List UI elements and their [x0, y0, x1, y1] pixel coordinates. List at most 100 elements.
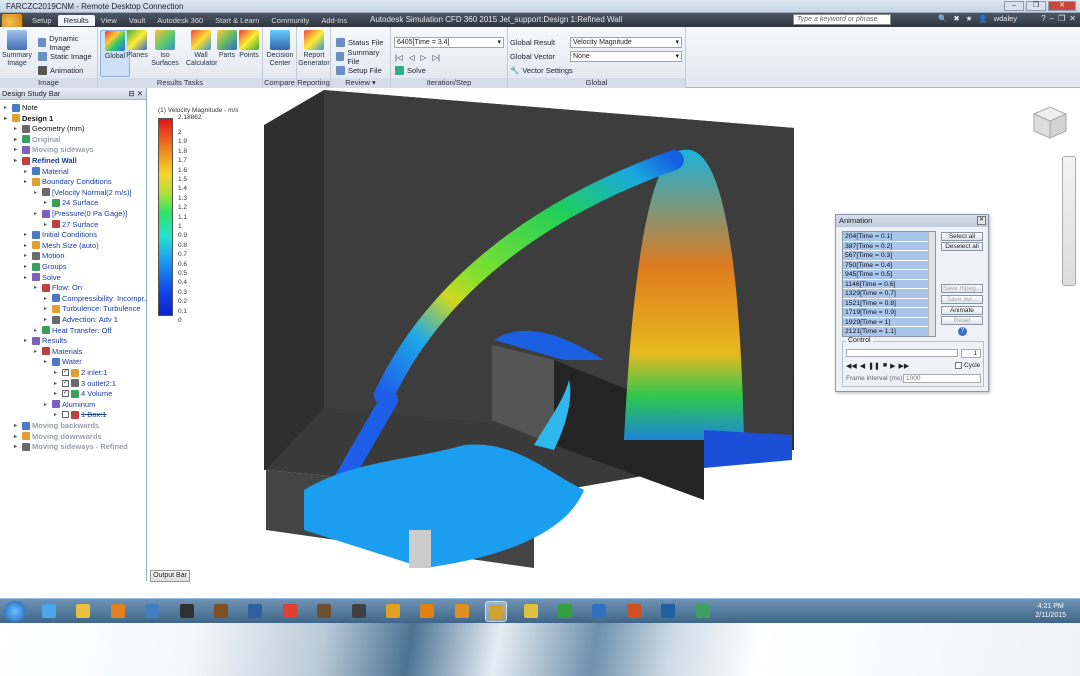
tree-item[interactable]: ▸ Original — [14, 135, 60, 144]
rdp-minimize-button[interactable]: – — [1004, 1, 1024, 11]
navigation-bar[interactable] — [1062, 156, 1076, 286]
taskbar-app-icon[interactable] — [244, 601, 266, 622]
tree-item[interactable]: ▸ ✓ 2 inlet:1 — [54, 368, 107, 377]
animation-step-item[interactable]: 1521[Time = 0.8] — [843, 298, 935, 308]
star-icon[interactable]: ★ — [966, 14, 973, 23]
expand-icon[interactable]: ▸ — [14, 125, 20, 132]
animation-step-item[interactable]: 945[Time = 0.5] — [843, 270, 935, 280]
tools-icon[interactable]: ✖ — [953, 14, 959, 23]
stop-icon[interactable]: ■ — [883, 362, 887, 370]
tab-autodesk-360[interactable]: Autodesk 360 — [151, 15, 209, 26]
taskbar-app-icon[interactable] — [38, 601, 60, 622]
last-step-icon[interactable]: ▷| — [432, 53, 440, 62]
expand-icon[interactable]: ▸ — [4, 115, 10, 122]
expand-icon[interactable]: ▸ — [4, 104, 10, 111]
viewcube-icon[interactable] — [1030, 104, 1070, 140]
cycle-checkbox[interactable] — [955, 362, 962, 369]
global-vector-select[interactable]: None — [570, 51, 682, 62]
tab-start-learn[interactable]: Start & Learn — [209, 15, 265, 26]
expand-icon[interactable]: ▸ — [44, 221, 50, 228]
animation-step-item[interactable]: 204[Time = 0.1] — [843, 232, 935, 242]
tree-item[interactable]: ▸ Materials — [34, 347, 82, 356]
tree-item[interactable]: ▸ Results — [24, 336, 67, 345]
expand-icon[interactable]: ▸ — [34, 348, 40, 355]
tree-item[interactable]: ▸ Groups — [24, 262, 67, 271]
pause-icon[interactable]: ❚❚ — [868, 362, 880, 370]
system-clock[interactable]: 4:21 PM 2/11/2015 — [1035, 602, 1066, 620]
dynamic-image-button[interactable]: Dynamic Image — [38, 34, 97, 52]
global-result-select[interactable]: Velocity Magnitude — [570, 37, 682, 48]
expand-icon[interactable]: ▸ — [44, 358, 50, 365]
tab-vault[interactable]: Vault — [123, 15, 152, 26]
setup-file-button[interactable]: Setup File — [336, 65, 382, 76]
tree-item[interactable]: ▸ 24 Surface — [44, 198, 98, 207]
tree-item[interactable]: ▸ Boundary Conditions — [24, 177, 112, 186]
animation-step-item[interactable]: 1929[Time = 1] — [843, 317, 935, 327]
tree-item[interactable]: ▸ Design 1 — [4, 114, 53, 123]
tree-item[interactable]: ▸ 1 Box:1 — [54, 410, 106, 419]
tree-checkbox[interactable]: ✓ — [62, 369, 69, 376]
expand-icon[interactable]: ▸ — [44, 199, 50, 206]
tree-item[interactable]: ▸ Moving downwards — [14, 432, 102, 441]
help-icon[interactable]: ? — [958, 327, 967, 336]
expand-icon[interactable]: ▸ — [44, 316, 50, 323]
expand-icon[interactable]: ▸ — [24, 168, 30, 175]
expand-icon[interactable]: ▸ — [34, 284, 40, 291]
expand-icon[interactable]: ▸ — [34, 327, 40, 334]
tree-item[interactable]: ▸ Compressibility: Incompr... — [44, 294, 150, 303]
first-step-icon[interactable]: |◁ — [395, 53, 403, 62]
expand-icon[interactable]: ▸ — [24, 178, 30, 185]
expand-icon[interactable]: ▸ — [24, 274, 30, 281]
summary-image-button[interactable]: Summary Image — [2, 30, 32, 68]
tree-item[interactable]: ▸ Initial Conditions — [24, 230, 97, 239]
tree-item[interactable]: ▸ [Pressure(0 Pa Gage)] — [34, 209, 127, 218]
expand-icon[interactable]: ▸ — [14, 443, 20, 450]
taskbar-app-icon[interactable] — [623, 601, 645, 622]
expand-icon[interactable]: ▸ — [54, 369, 60, 376]
animation-step-item[interactable]: 1719[Time = 0.9] — [843, 308, 935, 318]
solve-button[interactable]: Solve — [395, 65, 426, 76]
tab-results[interactable]: Results — [57, 15, 95, 26]
expand-icon[interactable]: ▸ — [44, 295, 50, 302]
tree-checkbox[interactable] — [62, 411, 69, 419]
expand-icon[interactable]: ▸ — [44, 401, 50, 408]
tree-item[interactable]: ▸ Water — [44, 357, 82, 366]
next-step-icon[interactable]: ▷ — [421, 53, 427, 62]
iso-surfaces-button[interactable]: Iso Surfaces — [148, 30, 182, 68]
start-button-icon[interactable] — [4, 601, 26, 622]
tree-item[interactable]: ▸ Flow: On — [34, 283, 82, 292]
taskbar-app-icon[interactable] — [279, 601, 301, 622]
expand-icon[interactable]: ▸ — [14, 433, 20, 440]
taskbar-app-icon[interactable] — [657, 601, 679, 622]
expand-icon[interactable]: ▸ — [34, 210, 40, 217]
tab-view[interactable]: View — [95, 15, 123, 26]
time-slider[interactable] — [846, 349, 958, 357]
app-minimize-button[interactable]: – — [1050, 14, 1054, 23]
taskbar-app-icon[interactable] — [588, 601, 610, 622]
tree-item[interactable]: ▸ Material — [24, 167, 69, 176]
step-list-scrollbar[interactable] — [928, 232, 935, 336]
tree-item[interactable]: ▸ 27 Surface — [44, 220, 98, 229]
rdp-close-button[interactable]: ✕ — [1048, 1, 1076, 11]
animation-step-list[interactable]: 204[Time = 0.1] 387[Time = 0.2] 567[Time =… — [842, 231, 936, 337]
tree-item[interactable]: ▸ Heat Transfer: Off — [34, 326, 111, 335]
taskbar-app-icon[interactable] — [416, 601, 438, 622]
taskbar-app-icon[interactable] — [451, 601, 473, 622]
status-file-button[interactable]: Status File — [336, 37, 383, 48]
taskbar-app-icon[interactable] — [210, 601, 232, 622]
expand-icon[interactable]: ▸ — [14, 146, 20, 153]
expand-icon[interactable]: ▸ — [14, 157, 20, 164]
prev-step-icon[interactable]: ◁ — [409, 53, 415, 62]
step-back-icon[interactable]: ◀ — [860, 362, 865, 370]
animation-close-icon[interactable]: ✕ — [977, 216, 986, 225]
animation-step-item[interactable]: 1146[Time = 0.6] — [843, 279, 935, 289]
animation-step-item[interactable]: 567[Time = 0.3] — [843, 251, 935, 261]
tree-item[interactable]: ▸ [Velocity Normal(2 m/s)] — [34, 188, 132, 197]
taskbar-app-icon[interactable] — [107, 601, 129, 622]
tree-item[interactable]: ▸ Moving sideways - Refined — [14, 442, 128, 451]
rdp-restore-button[interactable]: ❐ — [1026, 1, 1046, 11]
taskbar-app-icon[interactable] — [141, 601, 163, 622]
taskbar-app-icon[interactable] — [520, 601, 542, 622]
tree-item[interactable]: ▸ Advection: Adv 1 — [44, 315, 118, 324]
frame-interval-input[interactable]: 1000 — [903, 374, 981, 383]
